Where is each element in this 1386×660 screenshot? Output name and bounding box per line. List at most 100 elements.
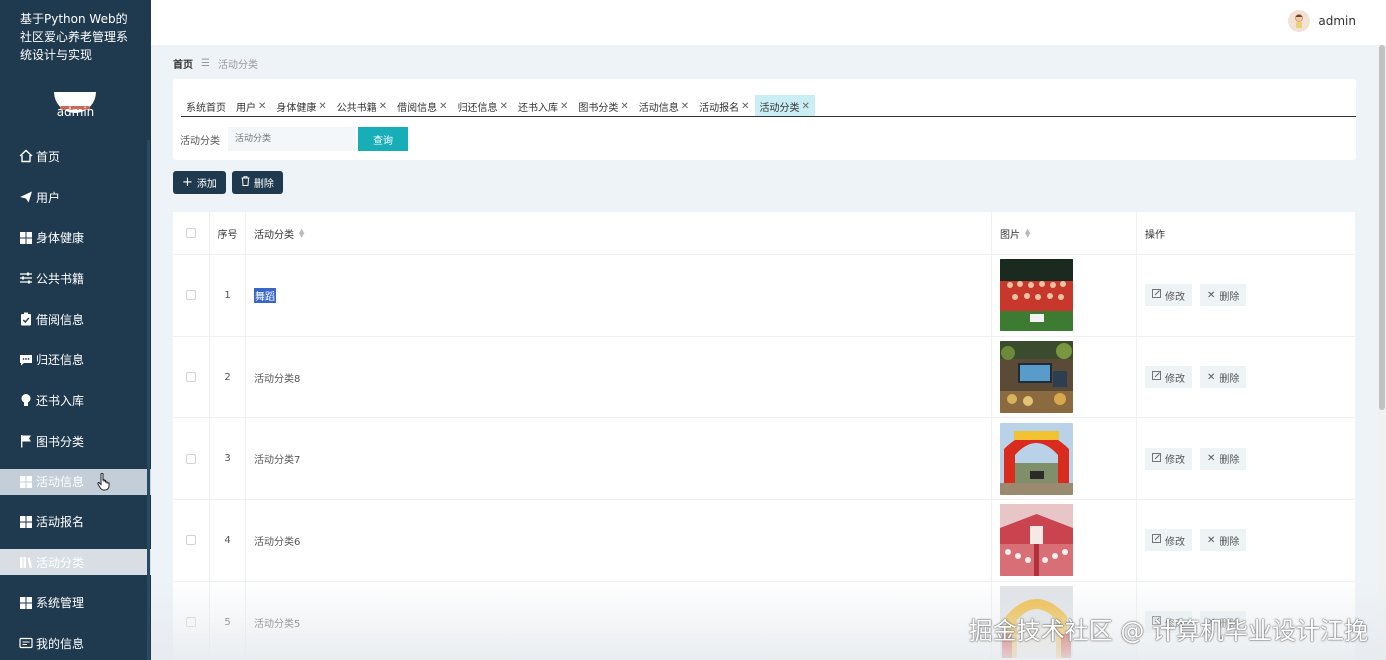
team-photo-image[interactable] — [1000, 259, 1073, 332]
search-form: 活动分类 查询 — [180, 127, 408, 151]
sidebar-item-system-admin[interactable]: 系统管理 — [0, 582, 151, 623]
grid-icon — [18, 595, 33, 610]
delete-label: 删除 — [1219, 291, 1240, 303]
close-icon[interactable]: ✕ — [741, 101, 749, 112]
sidebar-item-book-category[interactable]: 图书分类 — [0, 421, 151, 462]
tab-label: 用户 — [236, 102, 256, 114]
sidebar: 基于Python Web的社区爱心养老管理系统设计与实现 admin 首页 用户… — [0, 0, 151, 660]
table-header: 序号 活动分类 ▲ ▼ 图片 ▲ ▼ 操作 — [173, 212, 1355, 255]
watermark: 掘金技术社区 @ 计算机毕业设计江挽 — [968, 617, 1368, 645]
close-icon[interactable]: ✕ — [802, 101, 810, 112]
edit-label: 修改 — [1165, 291, 1185, 303]
edit-button[interactable]: 修改 — [1145, 284, 1192, 307]
close-icon[interactable]: ✕ — [379, 101, 387, 112]
event-hall-photo-image[interactable] — [1000, 341, 1073, 414]
row-checkbox[interactable] — [186, 535, 196, 546]
page-scrollbar[interactable] — [1378, 45, 1386, 660]
tab-return-stock[interactable]: 还书入库 ✕ — [513, 95, 573, 117]
row-checkbox[interactable] — [186, 372, 196, 383]
clipboard-check-icon — [18, 312, 33, 327]
row-delete-button[interactable]: ✕ 删除 — [1200, 529, 1247, 552]
edit-icon — [1152, 452, 1161, 465]
search-button[interactable]: 查询 — [358, 127, 408, 151]
row-checkbox[interactable] — [186, 617, 196, 628]
tab-system-home[interactable]: 系统首页 — [181, 95, 231, 117]
sidebar-item-label: 还书入库 — [36, 393, 85, 408]
sidebar-item-users[interactable]: 用户 — [0, 177, 151, 218]
row-index: 4 — [210, 500, 246, 581]
add-button[interactable]: + 添加 — [173, 171, 226, 194]
top-bar: admin — [151, 0, 1386, 45]
sidebar-item-label: 归还信息 — [36, 353, 85, 368]
sidebar-scrollbar[interactable] — [147, 140, 150, 660]
breadcrumb-separator-icon: ☰ — [201, 58, 210, 69]
wedding-tent-photo-image[interactable] — [1000, 504, 1073, 577]
mouse-cursor-icon — [97, 473, 110, 491]
close-icon[interactable]: ✕ — [318, 101, 326, 112]
row-delete-button[interactable]: ✕ 删除 — [1200, 366, 1247, 389]
add-button-label: 添加 — [196, 179, 217, 190]
sidebar-item-return-stock[interactable]: 还书入库 — [0, 380, 151, 421]
sort-icon[interactable]: ▲ ▼ — [1025, 228, 1030, 239]
tab-label: 公共书籍 — [336, 102, 377, 114]
close-icon[interactable]: ✕ — [500, 101, 508, 112]
sort-icon[interactable]: ▲ ▼ — [299, 228, 304, 239]
tab-return-info[interactable]: 归还信息 ✕ — [453, 95, 513, 117]
id-card-icon — [18, 636, 33, 651]
sidebar-item-activity-category[interactable]: 活动分类 — [0, 549, 151, 576]
breadcrumb-home[interactable]: 首页 — [173, 56, 193, 71]
top-user-menu[interactable]: admin — [1288, 10, 1356, 32]
tab-book-category[interactable]: 图书分类 ✕ — [573, 95, 633, 117]
close-icon[interactable]: ✕ — [620, 101, 628, 112]
row-checkbox[interactable] — [186, 290, 196, 301]
header-image-label: 图片 — [1000, 229, 1020, 241]
row-check-cell — [173, 581, 210, 660]
row-name: 舞蹈 — [254, 287, 276, 303]
row-name: 活动分类5 — [254, 618, 301, 630]
header-image[interactable]: 图片 ▲ ▼ — [992, 212, 1137, 254]
sidebar-item-my-info[interactable]: 我的信息 — [0, 623, 151, 660]
tab-users[interactable]: 用户 ✕ — [231, 95, 271, 117]
edit-button[interactable]: 修改 — [1145, 447, 1192, 470]
row-checkbox[interactable] — [186, 453, 196, 464]
sidebar-item-activity-signup[interactable]: 活动报名 — [0, 502, 151, 543]
tab-label: 还书入库 — [517, 102, 558, 114]
delete-button[interactable]: 删除 — [231, 171, 283, 194]
search-input[interactable] — [228, 127, 356, 151]
row-delete-button[interactable]: ✕ 删除 — [1200, 447, 1247, 470]
header-name[interactable]: 活动分类 ▲ ▼ — [246, 212, 992, 254]
tab-activity-signup[interactable]: 活动报名 ✕ — [694, 95, 754, 117]
close-icon[interactable]: ✕ — [681, 101, 689, 112]
tab-activity-info[interactable]: 活动信息 ✕ — [634, 95, 694, 117]
row-name: 活动分类8 — [254, 373, 301, 385]
close-icon[interactable]: ✕ — [439, 101, 447, 112]
sidebar-item-label: 系统管理 — [36, 596, 85, 611]
edit-icon — [1152, 371, 1161, 383]
lightbulb-icon — [18, 393, 33, 408]
tab-activity-category[interactable]: 活动分类 ✕ — [754, 95, 815, 117]
edit-button[interactable]: 修改 — [1145, 366, 1192, 389]
chat-icon — [18, 352, 33, 367]
select-all-checkbox[interactable] — [186, 228, 196, 238]
main-content: 首页 ☰ 活动分类 系统首页 用户 ✕ 身体健康 ✕ 公共书籍 ✕ 借阅信息 ✕ 归还信… — [151, 45, 1376, 660]
sidebar-item-home[interactable]: 首页 — [0, 136, 151, 177]
tab-health[interactable]: 身体健康 ✕ — [271, 95, 331, 117]
row-index: 5 — [210, 581, 246, 660]
red-arch-photo-image[interactable] — [1000, 422, 1073, 495]
row-delete-button[interactable]: ✕ 删除 — [1200, 284, 1247, 307]
row-check-cell — [173, 500, 210, 581]
sidebar-item-label: 活动分类 — [36, 555, 85, 570]
table-row: 2 活动分类8 修改 ✕ 删除 — [173, 336, 1355, 419]
edit-button[interactable]: 修改 — [1145, 529, 1192, 552]
tab-public-books[interactable]: 公共书籍 ✕ — [332, 95, 392, 117]
sidebar-item-activity-info[interactable]: 活动信息 — [0, 468, 151, 495]
sidebar-item-public-books[interactable]: 公共书籍 — [0, 258, 151, 299]
sidebar-item-borrow-info[interactable]: 借阅信息 — [0, 299, 151, 340]
close-icon[interactable]: ✕ — [258, 101, 266, 112]
sidebar-item-return-info[interactable]: 归还信息 — [0, 339, 151, 380]
row-name-cell: 舞蹈 — [246, 255, 992, 336]
tab-borrow-info[interactable]: 借阅信息 ✕ — [392, 95, 452, 117]
close-icon[interactable]: ✕ — [560, 101, 568, 112]
page-scrollbar-thumb[interactable] — [1379, 45, 1385, 410]
sidebar-item-health[interactable]: 身体健康 — [0, 217, 151, 258]
